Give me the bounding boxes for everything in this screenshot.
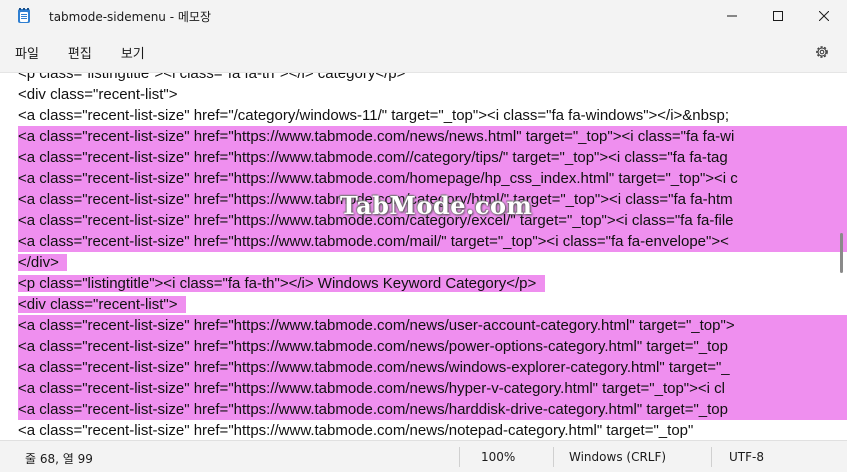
close-button[interactable] <box>801 0 847 32</box>
line-ending: Windows (CRLF) <box>569 450 667 464</box>
text-line: <a class="recent-list-size" href="https:… <box>18 210 847 231</box>
text-line: <div class="recent-list"> <box>18 294 847 315</box>
text-line: <a class="recent-list-size" href="https:… <box>18 357 847 378</box>
text-line: </div> <box>18 252 847 273</box>
zoom-level: 100% <box>481 450 516 464</box>
editor-lines: <p class="listingtitle"><i class="fa fa-… <box>18 72 847 440</box>
minimize-icon <box>727 15 737 17</box>
text-line: <div class="recent-list"> <box>18 84 847 105</box>
text-line: <a class="recent-list-size" href="/categ… <box>18 105 847 126</box>
selected-text: <a class="recent-list-size" href="https:… <box>18 357 847 378</box>
line-text: <a class="recent-list-size" href="/categ… <box>18 107 730 124</box>
text-line: <a class="recent-list-size" href="https:… <box>18 168 847 189</box>
menu-edit[interactable]: 편집 <box>68 39 92 66</box>
status-bar: 줄 68, 열 99 100% Windows (CRLF) UTF-8 <box>0 440 847 472</box>
line-text: <a class="recent-list-size" href="https:… <box>18 422 694 439</box>
gear-icon <box>816 46 828 58</box>
selected-text: <a class="recent-list-size" href="https:… <box>18 336 847 357</box>
selected-text: <a class="recent-list-size" href="https:… <box>18 210 847 231</box>
selected-text: </div> <box>18 254 68 271</box>
cursor-position: 줄 68, 열 99 <box>25 452 93 466</box>
selected-text: <a class="recent-list-size" href="https:… <box>18 126 847 147</box>
line-text: <p class="listingtitle"><i class="fa fa-… <box>18 72 406 82</box>
text-line: <a class="recent-list-size" href="https:… <box>18 378 847 399</box>
selected-text: <a class="recent-list-size" href="https:… <box>18 147 847 168</box>
text-line: <a class="recent-list-size" href="https:… <box>18 189 847 210</box>
text-line: <p class="listingtitle"><i class="fa fa-… <box>18 72 847 84</box>
selected-text: <p class="listingtitle"><i class="fa fa-… <box>18 275 545 292</box>
text-line: <a class="recent-list-size" href="https:… <box>18 231 847 252</box>
selected-text: <div class="recent-list"> <box>18 296 186 313</box>
menu-file[interactable]: 파일 <box>15 39 39 66</box>
line-text: <div class="recent-list"> <box>18 86 178 103</box>
status-divider <box>459 447 460 467</box>
selected-text: <a class="recent-list-size" href="https:… <box>18 315 847 336</box>
text-line: <p class="listingtitle"><i class="fa fa-… <box>18 273 847 294</box>
minimize-button[interactable] <box>709 0 755 32</box>
close-icon <box>819 11 829 21</box>
selected-text: <a class="recent-list-size" href="https:… <box>18 231 847 252</box>
selected-text: <a class="recent-list-size" href="https:… <box>18 399 847 420</box>
vertical-scrollbar[interactable] <box>840 233 843 273</box>
maximize-icon <box>773 11 783 21</box>
settings-button[interactable] <box>813 43 831 61</box>
text-line: <a class="recent-list-size" href="https:… <box>18 399 847 420</box>
menu-view[interactable]: 보기 <box>121 39 145 66</box>
notepad-icon <box>16 8 32 24</box>
title-bar: tabmode-sidemenu - 메모장 <box>0 0 847 32</box>
selected-text: <a class="recent-list-size" href="https:… <box>18 189 847 210</box>
selected-text: <a class="recent-list-size" href="https:… <box>18 378 847 399</box>
status-divider <box>711 447 712 467</box>
text-line: <a class="recent-list-size" href="https:… <box>18 126 847 147</box>
menu-bar: 파일 편집 보기 <box>0 32 847 72</box>
window-title: tabmode-sidemenu - 메모장 <box>49 9 211 24</box>
encoding: UTF-8 <box>729 450 764 464</box>
text-editor[interactable]: <p class="listingtitle"><i class="fa fa-… <box>0 72 847 440</box>
maximize-button[interactable] <box>755 0 801 32</box>
text-line: <a class="recent-list-size" href="https:… <box>18 315 847 336</box>
text-line: <a class="recent-list-size" href="https:… <box>18 147 847 168</box>
text-line: <a class="recent-list-size" href="https:… <box>18 336 847 357</box>
selected-text: <a class="recent-list-size" href="https:… <box>18 168 847 189</box>
text-line: <a class="recent-list-size" href="https:… <box>18 420 847 440</box>
window-controls <box>709 0 847 32</box>
status-divider <box>553 447 554 467</box>
